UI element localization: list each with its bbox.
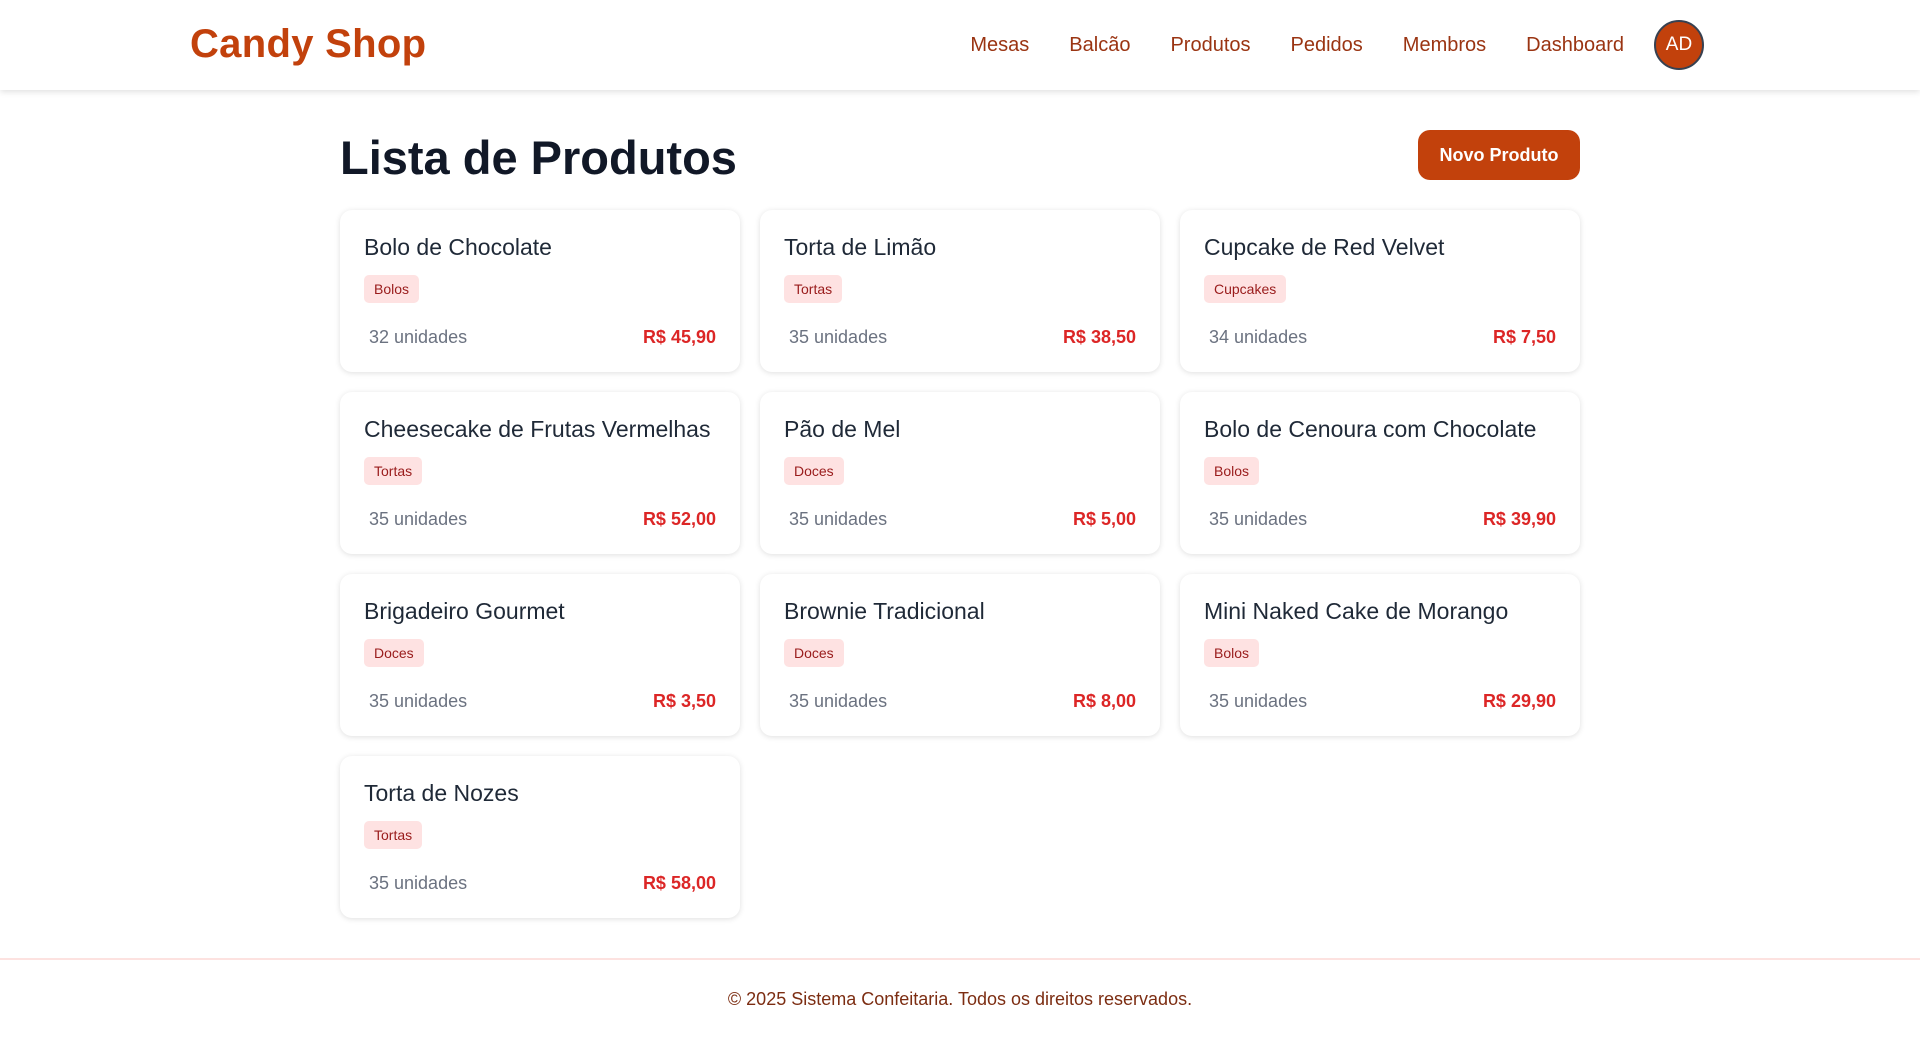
category-badge: Doces xyxy=(364,639,424,667)
nav-link-pedidos[interactable]: Pedidos xyxy=(1291,34,1363,57)
product-name: Cheesecake de Frutas Vermelhas xyxy=(364,416,711,442)
product-card-footer: 35 unidades R$ 29,90 xyxy=(1209,691,1556,712)
product-name: Pão de Mel xyxy=(784,416,901,442)
product-card-footer: 35 unidades R$ 39,90 xyxy=(1209,509,1556,530)
product-card[interactable]: Torta de Limão Tortas 35 unidades R$ 38,… xyxy=(760,210,1160,372)
product-price: R$ 7,50 xyxy=(1492,327,1556,347)
product-card-footer: 35 unidades R$ 3,50 xyxy=(369,691,716,712)
product-card[interactable]: Bolo de Chocolate Bolos 32 unidades R$ 4… xyxy=(340,210,740,372)
product-stock: 32 unidades xyxy=(369,327,468,347)
product-stock: 35 unidades xyxy=(369,509,468,529)
product-card[interactable]: Bolo de Cenoura com Chocolate Bolos 35 u… xyxy=(1180,392,1580,554)
main-nav: Mesas Balcão Produtos Pedidos Membros Da… xyxy=(970,20,1704,70)
category-badge: Tortas xyxy=(364,457,423,485)
category-badge: Bolos xyxy=(364,275,420,303)
nav-link-balcao[interactable]: Balcão xyxy=(1069,34,1130,57)
top-navbar: Candy Shop Mesas Balcão Produtos Pedidos… xyxy=(0,0,1920,90)
page-footer: © 2025 Sistema Confeitaria. Todos os dir… xyxy=(0,958,1920,1043)
new-product-button[interactable]: Novo Produto xyxy=(1418,130,1580,180)
product-card-footer: 35 unidades R$ 5,00 xyxy=(789,509,1136,530)
nav-link-produtos[interactable]: Produtos xyxy=(1170,34,1250,57)
product-card[interactable]: Pão de Mel Doces 35 unidades R$ 5,00 xyxy=(760,392,1160,554)
product-price: R$ 45,90 xyxy=(642,327,716,347)
category-badge: Tortas xyxy=(364,821,423,849)
product-grid: Bolo de Chocolate Bolos 32 unidades R$ 4… xyxy=(340,210,1580,918)
product-price: R$ 8,00 xyxy=(1072,691,1136,711)
product-stock: 35 unidades xyxy=(1209,509,1308,529)
category-badge: Bolos xyxy=(1204,457,1260,485)
product-name: Cupcake de Red Velvet xyxy=(1204,234,1445,260)
product-name: Brigadeiro Gourmet xyxy=(364,598,565,624)
product-card[interactable]: Brigadeiro Gourmet Doces 35 unidades R$ … xyxy=(340,574,740,736)
product-stock: 34 unidades xyxy=(1209,327,1308,347)
product-price: R$ 58,00 xyxy=(642,873,716,893)
product-stock: 35 unidades xyxy=(789,691,888,711)
product-price: R$ 52,00 xyxy=(642,509,716,529)
nav-link-membros[interactable]: Membros xyxy=(1403,34,1486,57)
nav-link-mesas[interactable]: Mesas xyxy=(970,34,1029,57)
product-stock: 35 unidades xyxy=(789,509,888,529)
category-badge: Doces xyxy=(784,639,844,667)
product-price: R$ 39,90 xyxy=(1482,509,1556,529)
product-name: Bolo de Cenoura com Chocolate xyxy=(1204,416,1537,442)
product-card[interactable]: Mini Naked Cake de Morango Bolos 35 unid… xyxy=(1180,574,1580,736)
product-card[interactable]: Brownie Tradicional Doces 35 unidades R$… xyxy=(760,574,1160,736)
product-card-footer: 35 unidades R$ 52,00 xyxy=(369,509,716,530)
product-card-footer: 35 unidades R$ 38,50 xyxy=(789,327,1136,348)
product-name: Bolo de Chocolate xyxy=(364,234,552,260)
category-badge: Bolos xyxy=(1204,639,1260,667)
product-card[interactable]: Torta de Nozes Tortas 35 unidades R$ 58,… xyxy=(340,756,740,918)
product-price: R$ 38,50 xyxy=(1062,327,1136,347)
product-card-footer: 32 unidades R$ 45,90 xyxy=(369,327,716,348)
page-title: Lista de Produtos xyxy=(340,131,737,184)
product-card-footer: 35 unidades R$ 8,00 xyxy=(789,691,1136,712)
category-badge: Tortas xyxy=(784,275,843,303)
product-name: Brownie Tradicional xyxy=(784,598,985,624)
product-card[interactable]: Cupcake de Red Velvet Cupcakes 34 unidad… xyxy=(1180,210,1580,372)
product-name: Mini Naked Cake de Morango xyxy=(1204,598,1509,624)
product-stock: 35 unidades xyxy=(789,327,888,347)
product-name: Torta de Limão xyxy=(784,234,937,260)
product-card-footer: 34 unidades R$ 7,50 xyxy=(1209,327,1556,348)
product-price: R$ 29,90 xyxy=(1482,691,1556,711)
user-avatar[interactable]: AD xyxy=(1654,20,1704,70)
product-stock: 35 unidades xyxy=(369,691,468,711)
product-card-footer: 35 unidades R$ 58,00 xyxy=(369,873,716,894)
category-badge: Doces xyxy=(784,457,844,485)
product-name: Torta de Nozes xyxy=(364,780,519,806)
product-price: R$ 5,00 xyxy=(1072,509,1136,529)
copyright-text: © 2025 Sistema Confeitaria. Todos os dir… xyxy=(727,989,1193,1009)
nav-link-dashboard[interactable]: Dashboard xyxy=(1526,34,1624,57)
brand-logo[interactable]: Candy Shop xyxy=(190,22,426,67)
category-badge: Cupcakes xyxy=(1204,275,1287,303)
product-card[interactable]: Cheesecake de Frutas Vermelhas Tortas 35… xyxy=(340,392,740,554)
product-stock: 35 unidades xyxy=(369,873,468,893)
product-price: R$ 3,50 xyxy=(652,691,716,711)
product-stock: 35 unidades xyxy=(1209,691,1308,711)
